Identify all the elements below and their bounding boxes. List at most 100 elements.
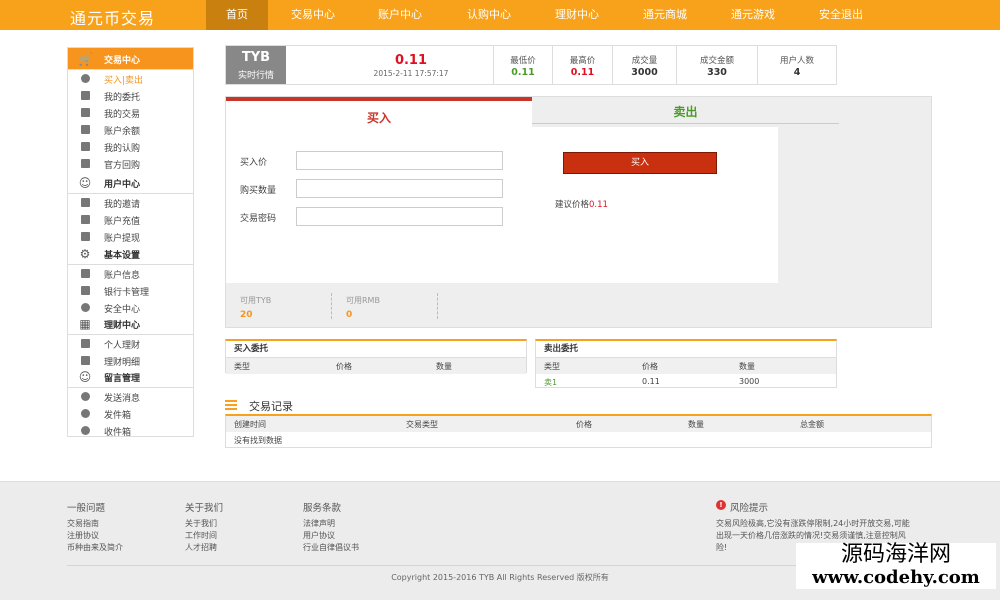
coin-subtitle: 实时行情	[237, 71, 274, 81]
footer-col-title: 关于我们	[185, 503, 224, 514]
coin-icon	[81, 409, 90, 418]
cell-type: 卖1	[544, 378, 558, 387]
buy-button[interactable]: 买入	[563, 152, 717, 174]
table-header: 类型 价格 数量	[226, 358, 526, 374]
nav-item-home[interactable]: 首页	[206, 0, 268, 30]
buy-quantity-input[interactable]	[296, 179, 503, 198]
sidebar-item-bank-card[interactable]: 银行卡管理	[68, 282, 193, 299]
trade-panel: 买入 卖出 买入价 购买数量 交易密码 买入 建议价格0.11 可用TYB 20…	[225, 96, 932, 328]
available-tyb: 可用TYB 20	[240, 295, 272, 320]
stat-label: 成交金额	[699, 56, 734, 66]
sidebar-item-label: 收件箱	[104, 428, 132, 438]
stat-users: 用户人数 4	[757, 46, 836, 84]
column-header: 数量	[739, 362, 755, 371]
divider	[437, 293, 438, 319]
footer-link[interactable]: 关于我们	[185, 518, 223, 530]
nav-item-account-center[interactable]: 账户中心	[366, 0, 434, 30]
sidebar-item-buy-sell[interactable]: 买入|卖出	[68, 70, 193, 87]
sidebar-item-my-subscriptions[interactable]: 我的认购	[68, 138, 193, 155]
footer-col-about: 关于我们 关于我们 工作时间 人才招聘	[185, 500, 223, 554]
sidebar-item-inbox[interactable]: 收件箱	[68, 422, 193, 439]
footer-link[interactable]: 用户协议	[303, 530, 359, 542]
trade-password-label: 交易密码	[240, 214, 277, 224]
sidebar-group-messages[interactable]: ☺ 留言管理	[68, 366, 193, 388]
stat-high: 最高价 0.11	[552, 46, 612, 84]
nav-item-logout[interactable]: 安全退出	[807, 0, 875, 30]
sidebar-group-finance[interactable]: ▦ 理财中心	[68, 313, 193, 335]
sidebar-group-trade[interactable]: 🛒 交易中心	[68, 48, 193, 70]
stat-value: 0.11	[570, 67, 595, 78]
sidebar-item-invites[interactable]: 我的邀请	[68, 194, 193, 211]
column-header: 总金额	[800, 420, 824, 429]
sidebar-item-label: 我的认购	[104, 144, 141, 154]
suggested-price-label: 建议价格	[555, 200, 590, 210]
footer-link[interactable]: 法律声明	[303, 518, 359, 530]
document-icon	[81, 215, 90, 224]
sidebar-item-label: 发送消息	[104, 394, 141, 404]
available-label: 可用TYB	[240, 296, 272, 305]
trade-password-input[interactable]	[296, 207, 503, 226]
stat-value: 3000	[631, 67, 658, 78]
chat-icon: ☺	[78, 370, 92, 384]
empty-message: 没有找到数据	[234, 436, 282, 445]
table-row[interactable]: 卖1 0.11 3000	[536, 374, 836, 389]
sidebar-item-my-trades[interactable]: 我的交易	[68, 104, 193, 121]
brand-logo[interactable]: 通元币交易	[70, 5, 155, 29]
sidebar-group-label: 留言管理	[104, 374, 141, 384]
footer-link[interactable]: 交易指南	[67, 518, 123, 530]
sidebar-item-my-orders[interactable]: 我的委托	[68, 87, 193, 104]
current-price: 0.11	[394, 53, 428, 68]
sidebar-item-balance[interactable]: 账户余额	[68, 121, 193, 138]
buy-price-input[interactable]	[296, 151, 503, 170]
sidebar-item-account-info[interactable]: 账户信息	[68, 265, 193, 282]
sidebar-item-label: 银行卡管理	[104, 288, 150, 298]
sidebar-group-settings[interactable]: ⚙ 基本设置	[68, 243, 193, 265]
table-title: 买入委托	[226, 341, 526, 358]
footer-col-faq: 一般问题 交易指南 注册协议 币种由来及简介	[67, 500, 123, 554]
sidebar-item-deposit[interactable]: 账户充值	[68, 211, 193, 228]
footer-col-terms: 服务条款 法律声明 用户协议 行业自律倡议书	[303, 500, 359, 554]
footer-link[interactable]: 人才招聘	[185, 542, 223, 554]
tab-buy[interactable]: 买入	[226, 97, 532, 127]
available-value: 0	[346, 310, 353, 320]
stat-value: 330	[707, 67, 727, 78]
nav-item-trade-center[interactable]: 交易中心	[280, 0, 346, 30]
nav-item-finance-center[interactable]: 理财中心	[543, 0, 611, 30]
available-label: 可用RMB	[346, 296, 380, 305]
column-header: 价格	[576, 420, 592, 429]
column-header: 价格	[336, 362, 352, 371]
watermark-line1: 源码海洋网	[840, 542, 951, 567]
ticker-panel: TYB 实时行情 0.11 2015-2-11 17:57:17 最低价 0.1…	[225, 45, 837, 85]
footer-link[interactable]: 工作时间	[185, 530, 223, 542]
watermark: 源码海洋网 www.codehy.com	[796, 543, 996, 589]
nav-item-games[interactable]: 通元游戏	[719, 0, 787, 30]
coin-icon	[81, 392, 90, 401]
sidebar: 🛒 交易中心 买入|卖出 我的委托 我的交易 账户余额 我的认购 官方回购 ☺ …	[67, 47, 194, 439]
tab-sell[interactable]: 卖出	[532, 97, 839, 124]
sidebar-item-label: 官方回购	[104, 161, 141, 171]
footer-link[interactable]: 行业自律倡议书	[303, 542, 359, 554]
sidebar-group-label: 基本设置	[104, 251, 141, 261]
nav-item-subscribe-center[interactable]: 认购中心	[455, 0, 523, 30]
risk-heading: ! 风险提示	[716, 500, 916, 514]
sidebar-item-personal-finance[interactable]: 个人理财	[68, 335, 193, 352]
buy-quantity-label: 购买数量	[240, 186, 277, 196]
records-title: 交易记录	[249, 400, 293, 413]
sidebar-item-buyback[interactable]: 官方回购	[68, 155, 193, 172]
stat-volume: 成交量 3000	[612, 46, 676, 84]
stat-amount: 成交金额 330	[676, 46, 757, 84]
footer-link[interactable]: 注册协议	[67, 530, 123, 542]
footer-link[interactable]: 币种由来及简介	[67, 542, 123, 554]
lock-icon	[81, 303, 90, 312]
nav-item-mall[interactable]: 通元商城	[631, 0, 699, 30]
stat-label: 成交量	[631, 56, 658, 66]
risk-title: 风险提示	[730, 503, 769, 514]
sidebar-item-label: 买入|卖出	[104, 76, 144, 86]
table-header: 类型 价格 数量	[536, 358, 836, 374]
footer-col-title: 一般问题	[67, 503, 106, 514]
sidebar-group-user[interactable]: ☺ 用户中心	[68, 172, 193, 194]
table-header: 创建时间 交易类型 价格 数量 总金额	[226, 416, 931, 432]
sidebar-item-send-message[interactable]: 发送消息	[68, 388, 193, 405]
bar-chart-icon	[81, 356, 90, 365]
sidebar-item-outbox[interactable]: 发件箱	[68, 405, 193, 422]
